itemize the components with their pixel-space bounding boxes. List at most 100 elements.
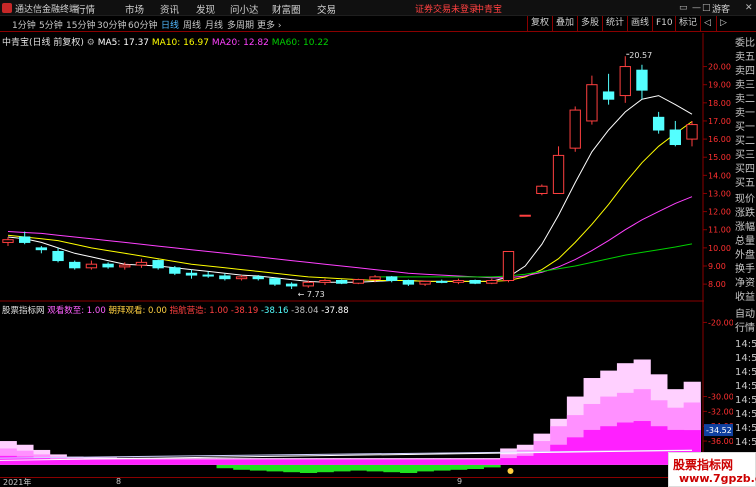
candle-body [135,261,148,266]
indicator-bar-指航营造 [650,426,668,465]
indicator-green-bar [416,465,434,472]
date-axis: 2021年 8 9 [0,477,733,487]
minimize-icon[interactable]: — [692,3,701,13]
panel-label: 卖一 [735,108,755,119]
indicator-bar-指航营造 [83,459,101,465]
tab-5min[interactable]: 5分钟 [39,18,63,31]
candle-body [586,84,598,122]
ma-line-ma60 [375,243,693,278]
indicator-bar-指航营造 [166,459,184,465]
indicator-bar-指航营造 [299,459,318,465]
tab-30min[interactable]: 30分钟 [97,18,126,31]
tab-daily[interactable]: 日线 [161,18,179,31]
indicator-1-value: 1.00 [86,306,106,316]
maximize-icon[interactable]: □ [702,3,711,13]
indicator-bar-指航营造 [416,459,434,465]
close-icon[interactable]: ✕ [745,3,753,13]
indicator-bar-指航营造 [266,459,284,465]
candle-body [302,281,314,287]
indicator-green-bar [483,465,501,468]
guest-user-label[interactable]: 游客 [712,2,730,15]
indicator-bar-指航营造 [500,458,518,465]
panel-label: 现价 [735,194,755,205]
indicator-bar-指航营造 [383,459,401,465]
tab-monthly[interactable]: 月线 [205,18,223,31]
adjust-button[interactable]: 复权 [527,16,552,31]
restore-icon[interactable]: ▭ [679,3,688,13]
tab-1min[interactable]: 1分钟 [12,18,36,31]
indicator-bar-指航营造 [550,444,568,465]
panel-label-auto[interactable]: 自动 [735,309,755,321]
menu-quotes[interactable]: 行情 [76,2,95,16]
candle-body [52,250,64,262]
indicator-bar-指航营造 [216,459,234,465]
settings-icon[interactable]: ⚙ [87,38,95,48]
multi-stock-button[interactable]: 多股 [577,16,602,31]
low-price-label: ← 7.73 [298,290,325,299]
title-bar: 通达信金融终端 行情 市场 资讯 发现 问小达 财富圈 交易 证券交易未登录 中… [0,0,756,16]
menu-market[interactable]: 市场 [125,2,144,16]
candle-body [235,276,248,280]
indicator-green-bar [433,465,451,471]
app-title: 通达信金融终端 [15,5,79,15]
candle-body [252,276,264,280]
indicator-bar-指航营造 [466,459,484,465]
price-tick-label: 16.00 [708,135,731,144]
panel-label: 卖四 [735,66,755,77]
candle-body [119,264,131,268]
prev-arrow-icon[interactable]: ◁ [700,16,714,31]
indicator-bar-指航营造 [333,459,351,465]
tab-weekly[interactable]: 周线 [183,18,201,31]
price-tick-label: 12.00 [708,208,731,217]
chart-area[interactable]: 8.00 9.00 10.00 11.00 12.00 13.00 14.00 15.00 16… [0,33,733,477]
indicator-value-3: -38.04 [291,306,319,316]
indicator-tick-label: -20.00 [708,318,733,327]
menu-discover[interactable]: 发现 [196,2,215,16]
price-tick-label: 13.00 [708,189,731,198]
date-label-year: 2021年 [3,478,32,487]
indicator-bar-指航营造 [450,459,468,465]
price-tick-label: 14.00 [708,171,731,180]
indicator-bar-指航营造 [99,459,117,465]
indicator-green-bar [299,465,318,473]
watermark-line2: www.7gpzb.com [679,472,756,485]
panel-label-quote[interactable]: 行情 [735,323,755,335]
indicator-bar-指航营造 [149,459,167,465]
draw-line-button[interactable]: 画线 [627,16,652,31]
indicator-green-bar [316,465,334,473]
candle-body [85,263,98,269]
candle-body [169,267,181,274]
indicator-bar-指航营造 [183,459,201,465]
price-chart-svg[interactable]: 8.00 9.00 10.00 11.00 12.00 13.00 14.00 15.00 16… [0,33,733,477]
menu-wealth-circle[interactable]: 财富圈 [272,2,301,16]
menu-ask-xiaoda[interactable]: 问小达 [230,2,259,16]
tab-more[interactable]: 更多 › [257,18,281,31]
indicator-green-bar [266,465,284,472]
indicator-bar-指航营造 [66,459,84,465]
next-arrow-icon[interactable]: ▷ [716,16,730,31]
mark-button[interactable]: 标记 [675,16,700,31]
watermark-logo: 股票指标网 www.7gpzb.com [668,452,756,487]
stats-button[interactable]: 统计 [602,16,627,31]
candle-body [269,278,281,285]
tab-15min[interactable]: 15分钟 [66,18,95,31]
candle-body [152,260,164,269]
overlay-button[interactable]: 叠加 [552,16,577,31]
tick-time: 14:5 [735,353,756,364]
price-tick-label: 8.00 [708,280,726,289]
tab-multi-period[interactable]: 多周期 [227,18,254,31]
menu-news[interactable]: 资讯 [160,2,179,16]
price-tick-label: 10.00 [708,244,731,253]
candle-body [319,279,331,283]
tab-60min[interactable]: 60分钟 [128,18,157,31]
login-notice[interactable]: 证券交易未登录 [415,2,478,15]
indicator-value-4: -37.88 [321,306,349,316]
candle-body [402,279,415,285]
f10-button[interactable]: F10 [652,16,676,31]
candle-body [436,280,448,283]
price-tick-label: 11.00 [708,226,731,235]
candle-body [285,283,298,287]
candle-body [2,239,14,243]
indicator-bar-指航营造 [233,459,251,465]
menu-trade[interactable]: 交易 [317,2,336,16]
